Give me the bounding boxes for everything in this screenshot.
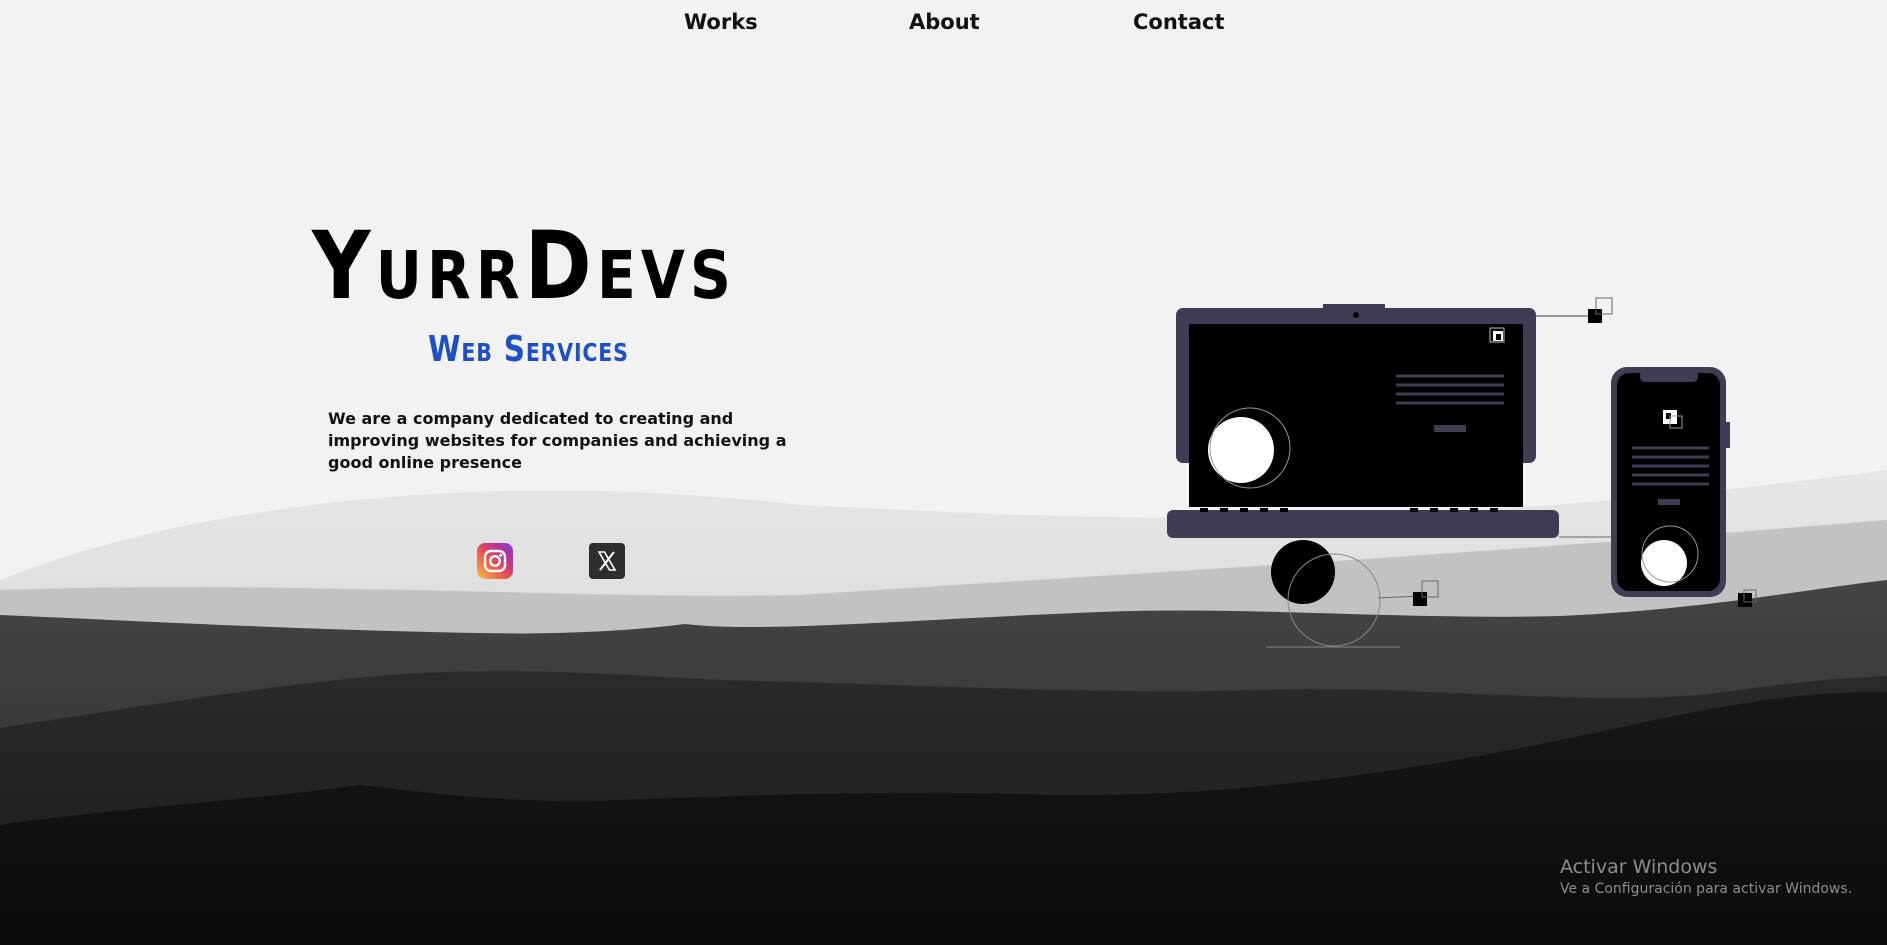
phone-illustration [1611,367,1730,597]
x-twitter-icon[interactable] [589,543,625,579]
brand-tagline: Web Services [428,329,629,370]
nav-works[interactable]: Works [684,10,758,34]
watermark-subtitle: Ve a Configuración para activar Windows. [1560,881,1853,897]
watermark-title: Activar Windows [1560,856,1718,878]
brand-logo-title: YurrDevs [312,212,737,321]
landing-page: Works About Contact YurrDevs Web Service… [0,0,1887,945]
nav-about[interactable]: About [909,10,980,34]
instagram-icon[interactable] [477,543,513,579]
top-navigation: Works About Contact [0,10,1887,50]
company-description: We are a company dedicated to creating a… [328,409,787,472]
os-activation-watermark: Activar Windows Ve a Configuración para … [1560,855,1852,899]
devices-illustration [1167,297,1757,648]
nav-contact[interactable]: Contact [1133,10,1225,34]
laptop-illustration [1167,304,1559,538]
